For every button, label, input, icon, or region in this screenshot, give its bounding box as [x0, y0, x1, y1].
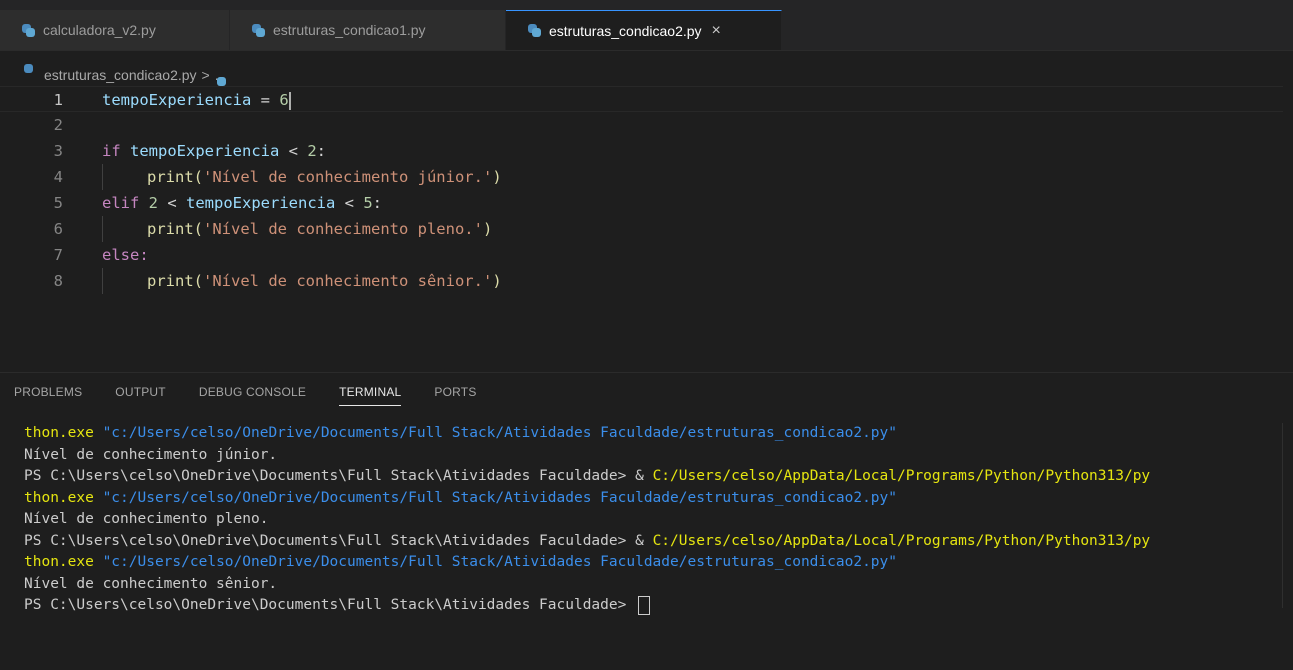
code-text: if tempoExperiencia < 2:	[102, 138, 326, 164]
tab-estruturas-condicao1[interactable]: estruturas_condicao1.py	[230, 10, 506, 50]
code-line[interactable]: 3 if tempoExperiencia < 2:	[0, 138, 1283, 164]
line-number: 8	[53, 272, 63, 290]
line-number: 1	[53, 91, 63, 109]
code-text: elif 2 < tempoExperiencia < 5:	[102, 190, 382, 216]
terminal-command: C:/Users/celso/AppData/Local/Programs/Py…	[652, 468, 1151, 484]
line-number: 7	[53, 246, 63, 264]
tab-debug-console[interactable]: DEBUG CONSOLE	[199, 385, 306, 406]
terminal-line: thon.exe "c:/Users/celso/OneDrive/Docume…	[24, 488, 1284, 510]
breadcrumb-file[interactable]: estruturas_condicao2.py	[44, 67, 197, 83]
code-keyword: if	[102, 142, 121, 160]
python-file-icon	[22, 23, 35, 37]
code-number: 2	[148, 194, 159, 212]
code-operator: <	[158, 194, 187, 212]
tab-label: calculadora_v2.py	[43, 22, 156, 38]
terminal-line: thon.exe "c:/Users/celso/OneDrive/Docume…	[24, 552, 1284, 574]
terminal-scrollbar[interactable]	[1282, 423, 1293, 608]
code-line[interactable]: 1 tempoExperiencia = 6	[0, 86, 1283, 112]
line-number: 4	[53, 168, 63, 186]
code-function: print	[147, 168, 194, 186]
breadcrumb-separator: >	[201, 67, 210, 83]
breadcrumb: estruturas_condicao2.py > ...	[24, 64, 226, 86]
code-line[interactable]: 8 print('Nível de conhecimento sênior.')	[0, 268, 1283, 294]
python-file-icon	[252, 23, 265, 37]
terminal-line: Nível de conhecimento júnior.	[24, 446, 278, 463]
editor-tab-bar: calculadora_v2.py estruturas_condicao1.p…	[0, 0, 1293, 51]
terminal-prompt: PS C:\Users\celso\OneDrive\Documents\Ful…	[24, 597, 636, 613]
tab-label: estruturas_condicao1.py	[273, 22, 426, 38]
terminal-operator: &	[635, 532, 653, 549]
code-string: 'Nível de conhecimento pleno.'	[203, 220, 483, 238]
terminal-command: thon.exe	[24, 489, 94, 506]
code-string: 'Nível de conhecimento júnior.'	[203, 168, 493, 186]
code-function: print	[147, 272, 194, 290]
code-variable: tempoExperiencia	[130, 142, 280, 160]
line-number: 6	[53, 220, 63, 238]
terminal-command: thon.exe	[24, 425, 94, 441]
terminal-command: thon.exe	[24, 554, 94, 570]
code-line[interactable]: 5 elif 2 < tempoExperiencia < 5:	[0, 190, 1283, 216]
code-string: 'Nível de conhecimento sênior.'	[203, 272, 493, 290]
terminal[interactable]: thon.exe "c:/Users/celso/OneDrive/Docume…	[24, 423, 1284, 617]
code-operator: <	[335, 194, 364, 212]
terminal-cursor	[638, 595, 651, 615]
code-line[interactable]: 7 else:	[0, 242, 1283, 268]
bottom-panel: PROBLEMS OUTPUT DEBUG CONSOLE TERMINAL P…	[0, 372, 1293, 670]
line-number: 3	[53, 142, 63, 160]
text-cursor	[288, 91, 291, 110]
code-text: else:	[102, 242, 149, 268]
terminal-line: PS C:\Users\celso\OneDrive\Documents\Ful…	[24, 466, 1284, 488]
code-operator: =	[251, 91, 280, 109]
code-punct: :	[139, 246, 149, 264]
tab-output[interactable]: OUTPUT	[115, 385, 166, 406]
terminal-path: "c:/Users/celso/OneDrive/Documents/Full …	[102, 489, 897, 506]
terminal-path: "c:/Users/celso/OneDrive/Documents/Full …	[102, 425, 897, 441]
code-variable: tempoExperiencia	[102, 91, 252, 109]
tab-calculadora-v2[interactable]: calculadora_v2.py	[0, 10, 230, 50]
code-text: print('Nível de conhecimento júnior.')	[147, 168, 502, 186]
terminal-line: Nível de conhecimento sênior.	[24, 575, 278, 592]
code-punct: :	[372, 194, 383, 212]
terminal-line: Nível de conhecimento pleno.	[24, 511, 269, 527]
code-keyword: else	[102, 246, 140, 264]
code-text: tempoExperiencia = 6	[102, 87, 291, 113]
code-keyword: elif	[102, 194, 140, 212]
code-editor[interactable]: 1 tempoExperiencia = 6 2 3 if tempoExper…	[0, 86, 1293, 366]
terminal-prompt: PS C:\Users\celso\OneDrive\Documents\Ful…	[24, 532, 636, 549]
terminal-operator: &	[635, 468, 653, 484]
tab-ports[interactable]: PORTS	[434, 385, 476, 406]
python-file-icon	[24, 69, 36, 81]
code-operator: <	[279, 142, 308, 160]
terminal-line: PS C:\Users\celso\OneDrive\Documents\Ful…	[24, 595, 1284, 617]
tab-terminal[interactable]: TERMINAL	[339, 385, 402, 406]
tab-label: estruturas_condicao2.py	[549, 22, 702, 39]
tab-estruturas-condicao2[interactable]: estruturas_condicao2.py ×	[506, 10, 782, 50]
code-line[interactable]: 6 print('Nível de conhecimento pleno.')	[0, 216, 1283, 242]
line-number: 5	[53, 194, 63, 212]
terminal-command: C:/Users/celso/AppData/Local/Programs/Py…	[652, 532, 1151, 549]
code-function: print	[147, 220, 194, 238]
code-number: 6	[279, 91, 289, 109]
code-line[interactable]: 2	[0, 112, 1283, 138]
code-line[interactable]: 4 print('Nível de conhecimento júnior.')	[0, 164, 1283, 190]
code-variable: tempoExperiencia	[186, 194, 336, 212]
terminal-path: "c:/Users/celso/OneDrive/Documents/Full …	[102, 554, 897, 570]
code-text: print('Nível de conhecimento sênior.')	[147, 272, 502, 290]
code-text: print('Nível de conhecimento pleno.')	[147, 220, 493, 238]
code-number: 2	[307, 142, 317, 160]
code-punct: :	[316, 142, 327, 160]
terminal-line: thon.exe "c:/Users/celso/OneDrive/Docume…	[24, 423, 1284, 445]
tab-problems[interactable]: PROBLEMS	[14, 385, 82, 406]
panel-tabs: PROBLEMS OUTPUT DEBUG CONSOLE TERMINAL P…	[14, 385, 510, 406]
python-file-icon	[528, 24, 541, 37]
close-icon[interactable]: ×	[712, 22, 721, 40]
terminal-prompt: PS C:\Users\celso\OneDrive\Documents\Ful…	[24, 468, 636, 484]
terminal-line: PS C:\Users\celso\OneDrive\Documents\Ful…	[24, 531, 1284, 553]
code-number: 5	[363, 194, 373, 212]
line-number: 2	[53, 116, 63, 134]
